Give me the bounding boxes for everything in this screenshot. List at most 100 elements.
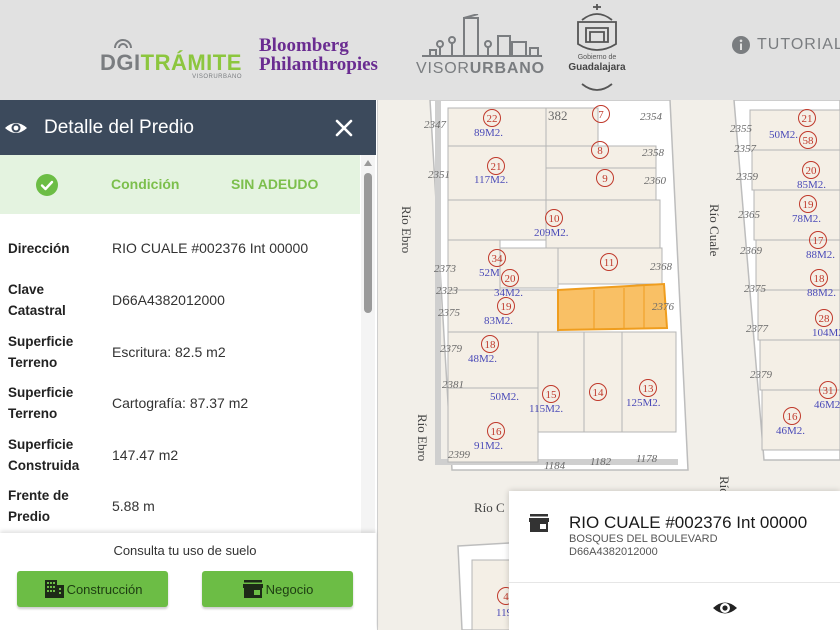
lot-number: 31 — [823, 385, 834, 397]
lot-area: 88M2. — [807, 287, 836, 299]
lot-area: 91M2. — [474, 440, 503, 452]
close-icon[interactable] — [331, 115, 357, 141]
eye-icon — [5, 123, 27, 133]
field-key: Frente de Predio — [8, 488, 69, 524]
guadalajara-seal-icon — [577, 4, 617, 91]
selected-lot[interactable] — [557, 282, 669, 332]
guadalajara-line1: Gobierno de — [577, 54, 617, 61]
house-number: 2351 — [428, 169, 450, 181]
store-icon — [242, 580, 263, 598]
lot-number: 16 — [491, 426, 503, 438]
lot-area: 115M2. — [529, 403, 563, 415]
panel-footer: Consulta tu uso de suelo Construcción Ne… — [0, 533, 376, 630]
lot-area: 46M2 — [814, 399, 840, 411]
tutorial-link[interactable]: TUTORIAL — [731, 35, 840, 55]
lot-number: 7 — [598, 109, 604, 121]
lot-number: 9 — [602, 173, 608, 185]
field-key: Dirección — [8, 241, 70, 256]
lot-area: 117M2. — [474, 174, 508, 186]
house-number: 2347 — [424, 119, 447, 131]
popup-clave: D66A4382012000 — [569, 546, 658, 558]
panel-header: Detalle del Predio — [0, 100, 376, 155]
house-number: 2375 — [438, 307, 461, 319]
street-label: Río Ebro — [415, 414, 430, 461]
popup-colonia: BOSQUES DEL BOULEVARD — [569, 533, 718, 545]
view-details-eye-icon[interactable] — [711, 594, 739, 622]
house-number: 2357 — [734, 143, 757, 155]
scroll-up-arrow-icon[interactable] — [364, 160, 372, 166]
construccion-label: Construcción — [66, 581, 143, 597]
lot-area: 125M2. — [626, 397, 661, 409]
property-popup: RIO CUALE #002376 Int 00000 BOSQUES DEL … — [509, 491, 840, 630]
visorurbano-wordmark: VISORURBANO — [416, 60, 545, 77]
lot-area: 78M2. — [792, 213, 821, 225]
bloomberg-logo[interactable]: Bloomberg Philanthropies — [259, 36, 378, 74]
lot-area: 85M2. — [797, 179, 826, 191]
bloomberg-line2: Philanthropies — [259, 54, 378, 75]
house-number: 2355 — [730, 123, 753, 135]
city-skyline-icon — [422, 13, 542, 57]
digitramite-wordmark: DGITRÁMITE — [100, 50, 242, 75]
lot-number: 19 — [803, 199, 815, 211]
house-number: 2381 — [442, 379, 464, 391]
status-value: SIN ADEUDO — [231, 176, 319, 192]
lot-number: 20 — [505, 273, 517, 285]
house-number: 2365 — [738, 209, 761, 221]
guadalajara-line2: Guadalajara — [568, 62, 626, 73]
bloomberg-line1: Bloomberg — [259, 35, 349, 56]
lot-area: 50M2. — [490, 391, 519, 403]
building-icon — [44, 580, 64, 598]
check-circle-icon — [36, 174, 58, 196]
popup-address: RIO CUALE #002376 Int 00000 — [569, 513, 808, 532]
street-label: Río Cuale — [707, 204, 722, 257]
lot-number: 13 — [643, 383, 655, 395]
lot-number: 14 — [593, 387, 605, 399]
lot-area: 48M2. — [468, 353, 497, 365]
house-number: 1182 — [590, 456, 612, 468]
house-number: 382 — [548, 108, 568, 123]
lot-area: 34M2. — [494, 287, 523, 299]
scrollbar-thumb[interactable] — [364, 173, 372, 313]
guadalajara-logo[interactable]: Gobierno de Guadalajara — [560, 2, 634, 94]
house-number: 2360 — [644, 175, 667, 187]
house-number: 2399 — [448, 449, 471, 461]
lot-number: 8 — [597, 145, 603, 157]
field-value: D66A4382012000 — [112, 292, 225, 308]
lot-area: 52M — [479, 267, 500, 279]
house-number: 2379 — [750, 369, 773, 381]
house-number: 1184 — [544, 460, 566, 472]
field-key: Clave Catastral — [8, 282, 66, 318]
house-number: 2375 — [744, 283, 767, 295]
lot-area: 50M2. — [769, 129, 798, 141]
lot-number: 22 — [487, 113, 498, 125]
panel-title: Detalle del Predio — [44, 117, 194, 138]
house-number: 2354 — [640, 111, 663, 123]
field-key: Superficie Construida — [8, 437, 80, 473]
field-value: 5.88 m — [112, 498, 155, 514]
field-key: Superficie Terreno — [8, 334, 74, 370]
house-number: 2358 — [642, 147, 665, 159]
lot-number: 28 — [819, 313, 831, 325]
house-number: 2359 — [736, 171, 759, 183]
house-number: 2377 — [746, 323, 769, 335]
lot-number: 20 — [806, 165, 818, 177]
digitramite-logo[interactable]: DGITRÁMITE VISORURBANO — [100, 36, 246, 82]
field-value: Cartografía: 87.37 m2 — [112, 395, 249, 411]
land-use-prompt: Consulta tu uso de suelo — [113, 543, 257, 558]
lot-number: 18 — [485, 339, 497, 351]
house-number: 2379 — [440, 343, 463, 355]
house-number: 2323 — [436, 285, 459, 297]
negocio-label: Negocio — [265, 581, 314, 597]
lot-area: 83M2. — [484, 315, 513, 327]
house-number: 1178 — [636, 453, 658, 465]
lot-number: 19 — [501, 301, 513, 313]
negocio-button[interactable]: Negocio — [202, 571, 353, 607]
field-value: 147.47 m2 — [112, 447, 179, 463]
street-label: Río C — [474, 500, 505, 515]
construccion-button[interactable]: Construcción — [17, 571, 168, 607]
visorurbano-logo[interactable]: VISORURBANO — [414, 13, 550, 80]
field-key: Superficie Terreno — [8, 385, 74, 421]
tutorial-label: TUTORIAL — [757, 36, 840, 53]
lot-number: 10 — [549, 213, 561, 225]
field-value: RIO CUALE #002376 Int 00000 — [112, 240, 309, 256]
